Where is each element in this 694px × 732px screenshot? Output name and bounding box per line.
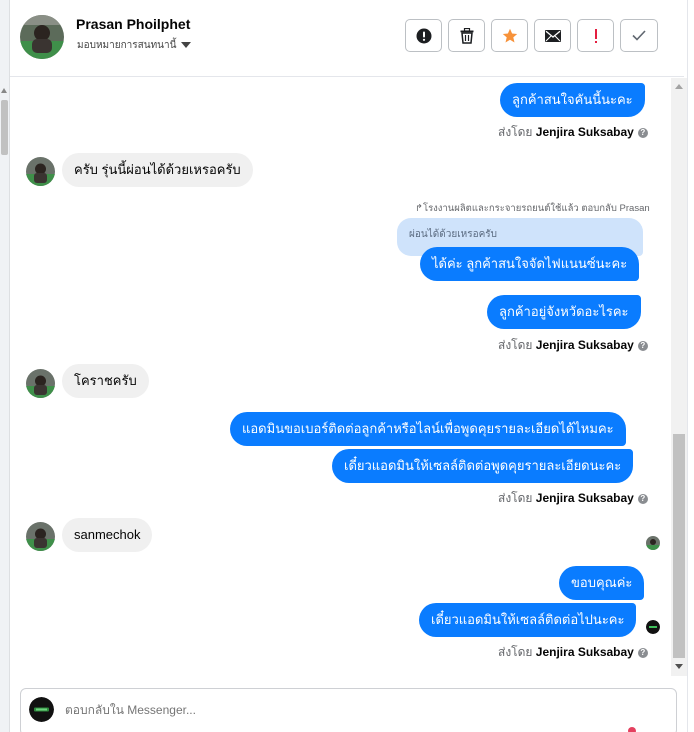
- sent-by-prefix: ส่งโดย: [498, 338, 533, 352]
- caret-down-icon: [181, 42, 192, 49]
- contact-avatar-small[interactable]: [26, 522, 55, 551]
- message-outgoing[interactable]: ได้ค่ะ ลูกค้าสนใจจัดไฟแนนซ์นะคะ: [420, 247, 640, 281]
- message-incoming[interactable]: ครับ รุ่นนี้ผ่อนได้ด้วยเหรอครับ: [62, 153, 253, 187]
- sent-by-agent[interactable]: Jenjira Suksabay: [536, 125, 634, 139]
- edge-scroll-up-icon[interactable]: [1, 88, 7, 93]
- page-left-edge: [0, 0, 10, 732]
- sent-by-line: ส่งโดย Jenjira Suksabay?: [498, 336, 648, 355]
- help-icon[interactable]: ?: [637, 647, 648, 658]
- contact-avatar[interactable]: [20, 15, 64, 59]
- assign-conversation[interactable]: มอบหมายการสนทนานี้: [77, 38, 192, 53]
- star-icon: [502, 28, 517, 42]
- exclamation-icon: [594, 28, 597, 43]
- help-icon[interactable]: ?: [637, 340, 648, 351]
- alert-circle-icon: [416, 28, 431, 43]
- contact-name[interactable]: Prasan Phoilphet: [76, 16, 190, 32]
- sent-by-prefix: ส่งโดย: [498, 645, 533, 659]
- assign-label: มอบหมายการสนทนานี้: [77, 40, 177, 51]
- follow-up-button[interactable]: [577, 19, 614, 52]
- message-outgoing[interactable]: ขอบคุณค่ะ: [559, 566, 645, 600]
- seen-avatar-icon: [646, 536, 660, 550]
- trash-icon: [460, 27, 473, 44]
- sent-by-agent[interactable]: Jenjira Suksabay: [536, 645, 634, 659]
- message-incoming[interactable]: โคราชครับ: [62, 364, 149, 398]
- sent-by-prefix: ส่งโดย: [498, 491, 533, 505]
- conversation-header: Prasan Phoilphet มอบหมายการสนทนานี้: [10, 0, 684, 77]
- envelope-icon: [544, 29, 561, 42]
- reply-input[interactable]: [65, 703, 625, 717]
- sent-by-agent[interactable]: Jenjira Suksabay: [536, 338, 634, 352]
- message-incoming[interactable]: sanmechok: [62, 518, 153, 552]
- scroll-down-arrow-icon[interactable]: [675, 664, 683, 669]
- scroll-thumb[interactable]: [673, 434, 685, 658]
- message-outgoing[interactable]: เดี๋ยวแอดมินให้เซลล์ติดต่อไปนะคะ: [419, 603, 637, 637]
- page-seen-avatar-icon: [646, 620, 660, 634]
- mark-unread-button[interactable]: [534, 19, 571, 52]
- sent-by-line: ส่งโดย Jenjira Suksabay?: [498, 489, 648, 508]
- edge-scroll-thumb[interactable]: [1, 100, 8, 155]
- contact-avatar-small[interactable]: [26, 369, 55, 398]
- page-avatar: [29, 697, 54, 722]
- star-button[interactable]: [491, 19, 528, 52]
- help-icon[interactable]: ?: [637, 127, 648, 138]
- conversation-actions: [405, 19, 658, 53]
- scroll-up-arrow-icon[interactable]: [675, 84, 683, 89]
- message-outgoing[interactable]: แอดมินขอเบอร์ติดต่อลูกค้าหรือไลน์เพื่อพู…: [230, 412, 626, 446]
- message-outgoing[interactable]: ลูกค้าอยู่จังหวัดอะไรคะ: [487, 295, 641, 329]
- mark-done-button[interactable]: [620, 19, 658, 52]
- panel-divider: [687, 0, 694, 732]
- delete-button[interactable]: [448, 19, 485, 52]
- message-outgoing[interactable]: เดี๋ยวแอดมินให้เซลล์ติดต่อพูดคุยรายละเอี…: [332, 449, 634, 483]
- contact-avatar-small[interactable]: [26, 157, 55, 186]
- message-outgoing[interactable]: ลูกค้าสนใจคันนี้นะคะ: [500, 83, 645, 117]
- reply-note: ↱โรงงานผลิตและกระจายรถยนต์ใช้แล้ว ตอบกลั…: [415, 203, 650, 214]
- reply-composer[interactable]: [20, 688, 677, 732]
- thread-scrollbar[interactable]: [671, 78, 687, 676]
- sent-by-prefix: ส่งโดย: [498, 125, 533, 139]
- mark-spam-button[interactable]: [405, 19, 442, 52]
- check-icon: [632, 30, 646, 41]
- sent-by-line: ส่งโดย Jenjira Suksabay?: [498, 643, 648, 662]
- composer-indicator-icon: [628, 727, 636, 732]
- sent-by-line: ส่งโดย Jenjira Suksabay?: [498, 123, 648, 142]
- help-icon[interactable]: ?: [637, 493, 648, 504]
- sent-by-agent[interactable]: Jenjira Suksabay: [536, 491, 634, 505]
